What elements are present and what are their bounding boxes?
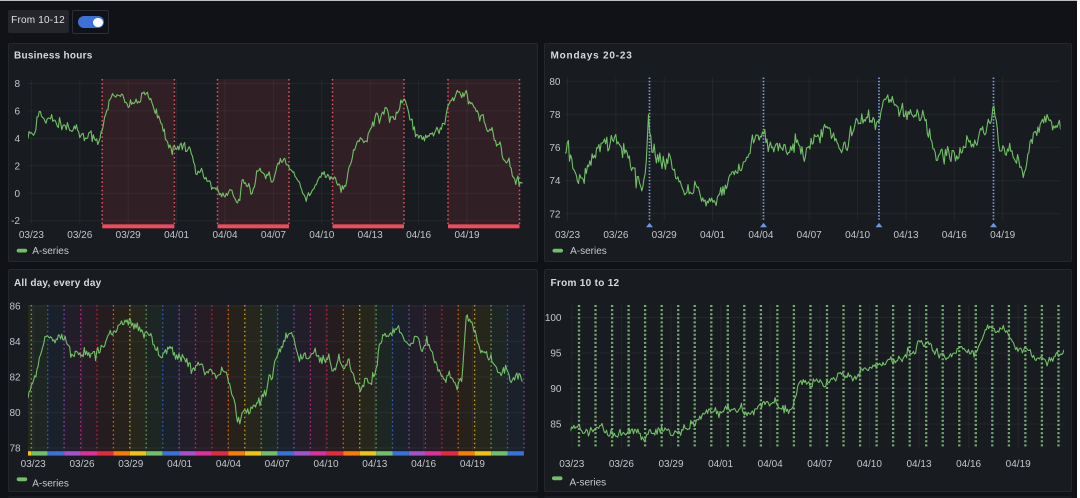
- svg-text:04/01: 04/01: [167, 459, 192, 470]
- svg-text:95: 95: [550, 349, 562, 360]
- svg-text:04/07: 04/07: [807, 459, 832, 470]
- svg-text:04/10: 04/10: [845, 229, 870, 240]
- svg-text:04/10: 04/10: [313, 459, 338, 470]
- svg-text:04/04: 04/04: [216, 459, 241, 470]
- svg-text:4: 4: [14, 133, 20, 144]
- svg-text:04/19: 04/19: [460, 459, 485, 470]
- svg-text:04/13: 04/13: [358, 229, 383, 240]
- svg-text:03/26: 03/26: [603, 229, 628, 240]
- svg-text:72: 72: [549, 209, 561, 220]
- svg-text:04/19: 04/19: [990, 229, 1015, 240]
- svg-text:A-series: A-series: [570, 245, 607, 256]
- svg-text:04/04: 04/04: [748, 229, 773, 240]
- svg-text:03/29: 03/29: [118, 459, 143, 470]
- svg-text:04/01: 04/01: [164, 229, 189, 240]
- svg-text:80: 80: [549, 76, 561, 87]
- svg-text:04/10: 04/10: [309, 229, 334, 240]
- svg-text:04/13: 04/13: [362, 459, 387, 470]
- svg-text:04/07: 04/07: [261, 229, 286, 240]
- svg-text:8: 8: [14, 79, 20, 90]
- svg-text:03/23: 03/23: [19, 229, 44, 240]
- svg-text:04/13: 04/13: [906, 459, 931, 470]
- svg-text:Mondays 20-23: Mondays 20-23: [550, 50, 632, 61]
- svg-text:82: 82: [9, 373, 21, 384]
- svg-text:74: 74: [549, 176, 561, 187]
- svg-text:All day, every day: All day, every day: [14, 278, 102, 289]
- svg-text:04/19: 04/19: [454, 229, 479, 240]
- svg-text:A-series: A-series: [32, 245, 69, 256]
- svg-text:80: 80: [9, 408, 21, 419]
- svg-text:04/01: 04/01: [708, 459, 733, 470]
- svg-text:2: 2: [14, 161, 20, 172]
- svg-text:03/29: 03/29: [116, 229, 141, 240]
- svg-text:03/23: 03/23: [21, 459, 46, 470]
- svg-text:85: 85: [550, 420, 562, 431]
- svg-text:04/07: 04/07: [796, 229, 821, 240]
- svg-text:6: 6: [14, 106, 20, 117]
- svg-text:From 10 to 12: From 10 to 12: [550, 278, 619, 289]
- svg-text:04/04: 04/04: [212, 229, 237, 240]
- svg-text:03/29: 03/29: [658, 459, 683, 470]
- svg-text:-2: -2: [11, 216, 20, 227]
- svg-text:86: 86: [9, 302, 21, 313]
- svg-text:04/01: 04/01: [699, 229, 724, 240]
- svg-text:04/04: 04/04: [757, 459, 782, 470]
- svg-text:04/16: 04/16: [411, 459, 436, 470]
- svg-text:03/26: 03/26: [69, 459, 94, 470]
- svg-text:04/19: 04/19: [1005, 459, 1030, 470]
- svg-text:04/13: 04/13: [893, 229, 918, 240]
- svg-text:04/10: 04/10: [856, 459, 881, 470]
- svg-text:100: 100: [544, 313, 561, 324]
- svg-text:84: 84: [9, 337, 21, 348]
- svg-text:03/23: 03/23: [554, 229, 579, 240]
- svg-text:78: 78: [9, 444, 21, 455]
- svg-text:03/29: 03/29: [651, 229, 676, 240]
- svg-text:A-series: A-series: [569, 477, 606, 488]
- svg-text:0: 0: [14, 188, 20, 199]
- svg-text:90: 90: [550, 384, 562, 395]
- svg-text:03/26: 03/26: [608, 459, 633, 470]
- svg-text:04/16: 04/16: [406, 229, 431, 240]
- svg-text:78: 78: [549, 109, 561, 120]
- svg-text:A-series: A-series: [32, 478, 69, 489]
- svg-text:76: 76: [549, 143, 561, 154]
- svg-text:Business hours: Business hours: [14, 50, 93, 61]
- svg-text:04/16: 04/16: [956, 459, 981, 470]
- svg-text:03/23: 03/23: [559, 459, 584, 470]
- svg-text:04/16: 04/16: [941, 229, 966, 240]
- svg-text:04/07: 04/07: [265, 459, 290, 470]
- svg-text:03/26: 03/26: [67, 229, 92, 240]
